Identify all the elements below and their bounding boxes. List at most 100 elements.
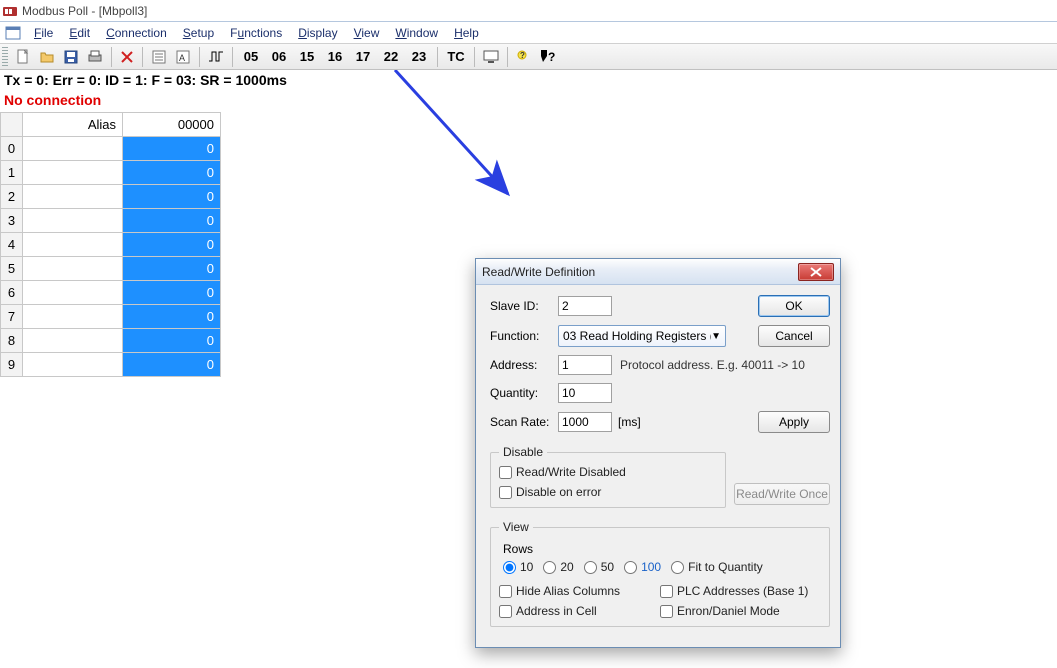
fn-22[interactable]: 22 (378, 46, 404, 68)
row-value[interactable]: 0 (123, 209, 221, 233)
row-alias[interactable] (23, 257, 123, 281)
row-index[interactable]: 8 (1, 329, 23, 353)
radio-rows-20[interactable]: 20 (543, 560, 573, 574)
pulse-button[interactable] (205, 46, 227, 68)
row-index[interactable]: 1 (1, 161, 23, 185)
ok-button[interactable]: OK (758, 295, 830, 317)
row-alias[interactable] (23, 233, 123, 257)
menu-help[interactable]: Help (446, 24, 487, 42)
row-value[interactable]: 0 (123, 161, 221, 185)
menu-file[interactable]: File (26, 24, 61, 42)
svg-text:?: ? (520, 51, 525, 60)
row-index[interactable]: 0 (1, 137, 23, 161)
toolbar-sep (507, 47, 508, 67)
menu-functions[interactable]: Functions (222, 24, 290, 42)
dialog-close-button[interactable] (798, 263, 834, 281)
row-value[interactable]: 0 (123, 257, 221, 281)
menu-view[interactable]: View (346, 24, 388, 42)
context-help-button[interactable]: ? (537, 46, 561, 68)
row-value[interactable]: 0 (123, 281, 221, 305)
label-function: Function: (490, 329, 558, 343)
toolbar-sep (474, 47, 475, 67)
menu-bar: File Edit Connection Setup Functions Dis… (0, 22, 1057, 44)
row-alias[interactable] (23, 281, 123, 305)
row-index[interactable]: 4 (1, 233, 23, 257)
grid-corner (1, 113, 23, 137)
row-index[interactable]: 9 (1, 353, 23, 377)
autoconf-button[interactable]: A (172, 46, 194, 68)
row-index[interactable]: 2 (1, 185, 23, 209)
chk-rw-disabled[interactable]: Read/Write Disabled (499, 465, 717, 479)
svg-text:A: A (179, 53, 185, 63)
menu-window[interactable]: Window (387, 24, 446, 42)
menu-setup[interactable]: Setup (175, 24, 222, 42)
menu-connection[interactable]: Connection (98, 24, 175, 42)
row-index[interactable]: 5 (1, 257, 23, 281)
dialog-title-bar[interactable]: Read/Write Definition (476, 259, 840, 285)
radio-rows-fit[interactable]: Fit to Quantity (671, 560, 763, 574)
row-index[interactable]: 6 (1, 281, 23, 305)
row-alias[interactable] (23, 137, 123, 161)
chk-hide-alias[interactable]: Hide Alias Columns (499, 584, 660, 598)
chk-disable-error[interactable]: Disable on error (499, 485, 717, 499)
row-alias[interactable] (23, 353, 123, 377)
combo-function-value: 03 Read Holding Registers (4x) (563, 329, 711, 343)
radio-rows-100[interactable]: 100 (624, 560, 661, 574)
row-value[interactable]: 0 (123, 233, 221, 257)
monitor-button[interactable] (480, 46, 502, 68)
new-doc-button[interactable] (12, 46, 34, 68)
toolbar-grip[interactable] (2, 47, 8, 67)
input-slave-id[interactable] (558, 296, 612, 316)
row-alias[interactable] (23, 329, 123, 353)
row-value[interactable]: 0 (123, 185, 221, 209)
menu-edit[interactable]: Edit (61, 24, 98, 42)
radio-rows-10[interactable]: 10 (503, 560, 533, 574)
col-header-value[interactable]: 00000 (123, 113, 221, 137)
fn-15[interactable]: 15 (294, 46, 320, 68)
open-button[interactable] (36, 46, 58, 68)
row-value[interactable]: 0 (123, 305, 221, 329)
fn-17[interactable]: 17 (350, 46, 376, 68)
fn-16[interactable]: 16 (322, 46, 348, 68)
label-address: Address: (490, 358, 558, 372)
radio-rows-50[interactable]: 50 (584, 560, 614, 574)
save-button[interactable] (60, 46, 82, 68)
chk-plc-addr[interactable]: PLC Addresses (Base 1) (660, 584, 821, 598)
row-alias[interactable] (23, 209, 123, 233)
row-value[interactable]: 0 (123, 353, 221, 377)
row-alias[interactable] (23, 185, 123, 209)
read-write-once-button[interactable]: Read/Write Once (734, 483, 830, 505)
fn-06[interactable]: 06 (266, 46, 292, 68)
view-legend: View (499, 520, 533, 534)
delete-button[interactable] (117, 46, 137, 68)
cancel-button[interactable]: Cancel (758, 325, 830, 347)
fn-23[interactable]: 23 (406, 46, 432, 68)
dialog-title: Read/Write Definition (482, 265, 595, 279)
address-hint: Protocol address. E.g. 40011 -> 10 (620, 358, 805, 372)
row-alias[interactable] (23, 305, 123, 329)
row-index[interactable]: 3 (1, 209, 23, 233)
toolbar-sep (142, 47, 143, 67)
row-value[interactable]: 0 (123, 137, 221, 161)
print-button[interactable] (84, 46, 106, 68)
window-title: Modbus Poll - [Mbpoll3] (22, 4, 147, 18)
row-value[interactable]: 0 (123, 329, 221, 353)
row-alias[interactable] (23, 161, 123, 185)
input-quantity[interactable] (558, 383, 612, 403)
input-scan-rate[interactable] (558, 412, 612, 432)
chk-enron[interactable]: Enron/Daniel Mode (660, 604, 821, 618)
label-slave-id: Slave ID: (490, 299, 558, 313)
toolbar-sep (232, 47, 233, 67)
fn-tc[interactable]: TC (443, 46, 469, 68)
fn-05[interactable]: 05 (238, 46, 264, 68)
col-header-alias[interactable]: Alias (23, 113, 123, 137)
input-address[interactable] (558, 355, 612, 375)
row-index[interactable]: 7 (1, 305, 23, 329)
menu-display[interactable]: Display (290, 24, 345, 42)
combo-function[interactable]: 03 Read Holding Registers (4x) ▼ (558, 325, 726, 347)
settings-button[interactable] (148, 46, 170, 68)
register-grid: Alias 00000 00102030405060708090 (0, 112, 221, 377)
help-button[interactable]: ? (513, 46, 535, 68)
chk-addr-cell[interactable]: Address in Cell (499, 604, 660, 618)
apply-button[interactable]: Apply (758, 411, 830, 433)
